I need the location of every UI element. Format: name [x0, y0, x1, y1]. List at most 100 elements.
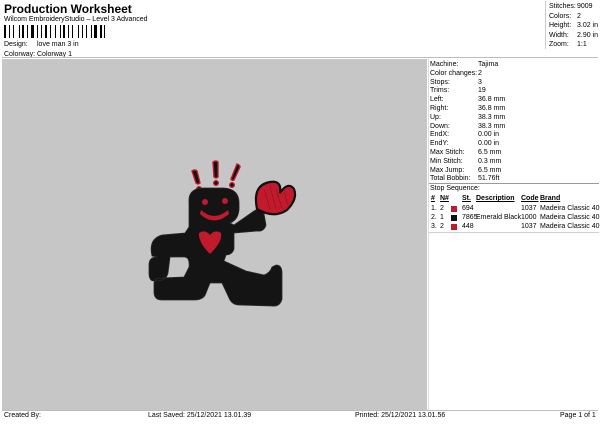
header-divider: [2, 57, 598, 58]
table-row: 1. 2 694 1037 Madeira Classic 40: [429, 205, 600, 214]
barcode-bar: [94, 25, 98, 38]
barcode-bar: [31, 25, 34, 38]
barcode-bar: [14, 25, 18, 38]
barcode-bar: [67, 25, 69, 38]
barcode-bar: [86, 25, 88, 38]
barcode-bar: [4, 25, 6, 38]
row-code: 1000: [521, 214, 537, 221]
table-row: 2. 1 7865 Emerald Black 1000 Madeira Classic …: [429, 214, 600, 223]
eye-left: [202, 199, 208, 205]
barcode-bar: [43, 25, 45, 38]
barcode-bar: [47, 25, 49, 38]
thread-color-swatch: [451, 224, 457, 230]
stop-sequence-title: Stop Sequence:: [430, 185, 480, 192]
barcode-bar: [102, 25, 104, 38]
barcode-bar: [45, 25, 47, 38]
floating-heart: [254, 180, 297, 216]
footer-last-saved: Last Saved: 25/12/2021 13.01.39: [148, 412, 252, 419]
barcode-bar: [59, 25, 61, 38]
barcode-bar: [61, 25, 63, 38]
barcode-bar: [71, 25, 74, 38]
barcode-bar: [34, 25, 36, 38]
summary-label: Stitches:: [549, 3, 576, 10]
exclaim-stroke-right: [230, 163, 241, 182]
row-needle: 2: [440, 205, 444, 212]
design-value: love man 3 in: [37, 41, 79, 48]
col-code: Code: [521, 195, 539, 202]
details-panel: Machine: Tajima Color changes: 2 Stops: 3 Trim…: [428, 59, 600, 410]
barcode-bar: [104, 25, 106, 38]
barcode-bar: [55, 25, 56, 38]
thread-color-swatch: [451, 215, 457, 221]
exclaim-stroke-middle: [212, 160, 219, 179]
col-num: #: [431, 195, 435, 202]
barcode-bar: [106, 25, 108, 38]
barcode-bar: [69, 25, 71, 38]
design-row: Design: love man 3 in: [4, 40, 79, 50]
barcode-bar: [8, 25, 10, 38]
row-code: 1037: [521, 223, 537, 230]
barcode-bar: [77, 25, 79, 38]
row-stitches: 448: [462, 223, 474, 230]
barcode-bar: [98, 25, 99, 38]
eye-right: [222, 198, 228, 204]
row-brand: Madeira Classic 40: [540, 223, 600, 230]
barcode-bar: [81, 25, 84, 38]
barcode-bar: [36, 25, 38, 38]
col-n: N#: [440, 195, 449, 202]
stop-sequence-header: # N# St. Description Code Brand: [429, 195, 599, 204]
design-label: Design:: [4, 41, 28, 48]
barcode-bar: [28, 25, 31, 38]
barcode-bar: [74, 25, 77, 38]
barcode-bar: [13, 25, 14, 38]
barcode-bar: [63, 25, 66, 38]
footer-divider: [2, 410, 598, 411]
footer-page: Page 1 of 1: [560, 412, 596, 419]
row-stitches: 694: [462, 205, 474, 212]
thread-color-swatch: [451, 206, 457, 212]
exclaim-dot-middle: [212, 179, 219, 186]
summary-label: Zoom:: [549, 41, 569, 48]
barcode-bar: [84, 25, 86, 38]
embroidery-design-image: [148, 160, 297, 307]
barcode-bar: [90, 25, 92, 38]
barcode-bar: [49, 25, 51, 38]
barcode-bar: [18, 25, 20, 38]
exclaim-dot-right: [228, 181, 235, 188]
barcode-bar: [88, 25, 90, 38]
barcode-bar: [6, 25, 8, 38]
summary-value: 3.02 in: [577, 22, 599, 29]
barcode: [4, 25, 108, 38]
barcode-bar: [92, 25, 94, 38]
row-description: Emerald Black: [476, 214, 522, 221]
barcode-bar: [66, 25, 67, 38]
barcode-bar: [56, 25, 59, 38]
row-num: 3.: [431, 223, 437, 230]
row-needle: 1: [440, 214, 444, 221]
summary-value: 2: [577, 12, 581, 20]
row-num: 2.: [431, 214, 437, 221]
barcode-bar: [24, 25, 26, 38]
footer-created-by: Created By:: [4, 412, 41, 419]
summary-label: Width:: [549, 31, 569, 39]
software-subtitle: Wilcom EmbroideryStudio – Level 3 Advanc…: [4, 16, 148, 23]
row-brand: Madeira Classic 40: [540, 214, 600, 221]
barcode-bar: [22, 25, 24, 38]
row-brand: Madeira Classic 40: [540, 205, 600, 212]
row-needle: 2: [440, 223, 444, 230]
summary-box: Stitches: 9009 Colors: 2 Height: 3.02 in…: [545, 1, 600, 49]
barcode-bar: [38, 25, 40, 38]
summary-value: 9009: [577, 3, 593, 10]
row-num: 1.: [431, 205, 437, 212]
exclaim-stroke-left: [191, 169, 201, 185]
col-description: Description: [476, 195, 515, 202]
summary-value: 2.90 in: [577, 31, 599, 39]
table-divider: [429, 232, 599, 233]
barcode-bar: [51, 25, 55, 38]
table-row: 3. 2 448 1037 Madeira Classic 40: [429, 223, 600, 232]
col-st: St.: [462, 195, 471, 202]
barcode-bar: [99, 25, 102, 38]
barcode-bar: [10, 25, 13, 38]
summary-value: 1:1: [577, 41, 587, 48]
barcode-bar: [79, 25, 81, 38]
